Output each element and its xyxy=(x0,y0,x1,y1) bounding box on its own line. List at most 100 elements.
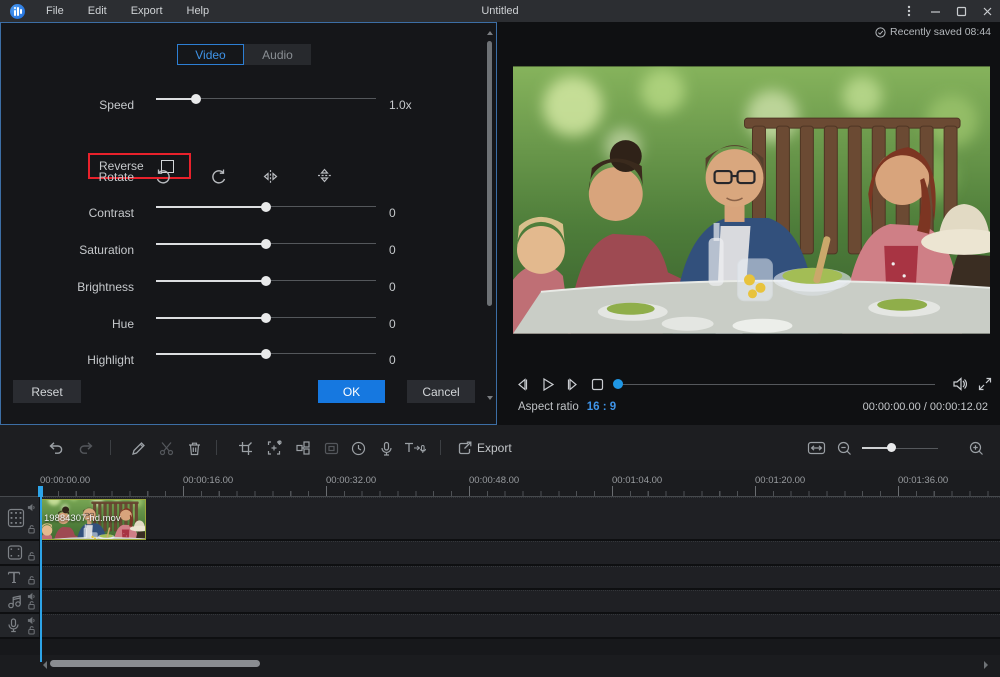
hue-slider[interactable] xyxy=(156,312,376,324)
track-mute-icon[interactable] xyxy=(27,616,36,625)
timeline-zoom-slider[interactable] xyxy=(862,438,938,458)
track-lock-icon[interactable] xyxy=(27,600,36,610)
maximize-icon[interactable] xyxy=(948,0,974,22)
scroll-up-icon[interactable] xyxy=(487,31,493,35)
timeline-hscrollbar[interactable] xyxy=(0,655,1000,677)
preview-panel: Recently saved 08:44 xyxy=(497,22,1000,425)
rotate-left-icon[interactable] xyxy=(151,165,173,187)
saturation-value: 0 xyxy=(389,243,396,257)
picture-track-icon xyxy=(6,544,24,561)
tab-audio[interactable]: Audio xyxy=(244,44,311,65)
brightness-slider[interactable] xyxy=(156,275,376,287)
flip-horizontal-icon[interactable] xyxy=(259,165,281,187)
crop-icon[interactable] xyxy=(235,438,255,458)
title-bar: File Edit Export Help Untitled xyxy=(0,0,1000,22)
speed-slider[interactable] xyxy=(156,93,376,105)
ruler-label: 00:01:04.00 xyxy=(612,475,662,486)
playhead-handle[interactable] xyxy=(38,486,43,497)
timecode: 00:00:00.00 / 00:00:12.02 xyxy=(863,401,988,413)
edit-panel: Video Audio Speed 1.0x Reverse Rotate xyxy=(0,22,497,425)
hscrollbar-thumb[interactable] xyxy=(50,660,260,667)
cut-scissors-icon[interactable] xyxy=(156,438,176,458)
track-lock-icon[interactable] xyxy=(27,524,36,534)
ruler-label: 00:01:20.00 xyxy=(755,475,805,486)
app-window: File Edit Export Help Untitled Video Aud… xyxy=(0,0,1000,677)
ok-button[interactable]: OK xyxy=(318,380,385,403)
cancel-button[interactable]: Cancel xyxy=(407,380,475,403)
hue-slider-knob[interactable] xyxy=(261,313,271,323)
panel-scrollbar[interactable] xyxy=(486,29,493,418)
fullscreen-icon[interactable] xyxy=(974,373,996,395)
export-icon[interactable] xyxy=(455,438,475,458)
music-track-body xyxy=(40,590,1000,612)
pip-track-header xyxy=(0,541,40,564)
scroll-left-icon[interactable] xyxy=(43,661,47,669)
reset-button[interactable]: Reset xyxy=(13,380,81,403)
saturation-label: Saturation xyxy=(1,243,134,257)
voiceover-track-body xyxy=(40,614,1000,637)
aspect-ratio-row: Aspect ratio 16 : 9 xyxy=(518,401,616,413)
highlight-slider-knob[interactable] xyxy=(261,349,271,359)
edit-pencil-icon[interactable] xyxy=(128,438,148,458)
minimize-icon[interactable] xyxy=(922,0,948,22)
play-button[interactable] xyxy=(536,373,558,395)
window-title: Untitled xyxy=(0,5,1000,17)
text-to-speech-icon[interactable] xyxy=(402,438,428,458)
close-icon[interactable] xyxy=(974,0,1000,22)
ruler-ticks xyxy=(40,486,1000,496)
volume-icon[interactable] xyxy=(949,373,971,395)
rotate-right-icon[interactable] xyxy=(208,165,230,187)
aspect-ratio-label: Aspect ratio xyxy=(518,401,579,413)
timeline-ruler[interactable]: 00:00:00.00 00:00:16.00 00:00:32.00 00:0… xyxy=(0,470,1000,497)
ruler-label: 00:01:36.00 xyxy=(898,475,948,486)
video-clip[interactable]: 19884307-hd.mov xyxy=(40,499,146,540)
delete-trash-icon[interactable] xyxy=(184,438,204,458)
video-track-row: 19884307-hd.mov xyxy=(0,497,1000,541)
duration-clock-icon[interactable] xyxy=(348,438,368,458)
panel-scrollbar-thumb[interactable] xyxy=(487,41,492,306)
seek-handle[interactable] xyxy=(613,379,623,389)
saturation-slider[interactable] xyxy=(156,238,376,250)
saved-check-icon xyxy=(875,27,886,38)
video-preview xyxy=(513,66,990,334)
scroll-right-icon[interactable] xyxy=(984,661,988,669)
highlight-slider[interactable] xyxy=(156,348,376,360)
clip-filename: 19884307-hd.mov xyxy=(44,513,121,524)
previous-frame-button[interactable] xyxy=(511,373,533,395)
export-label[interactable]: Export xyxy=(477,441,512,455)
freeze-frame-icon[interactable] xyxy=(264,438,284,458)
contrast-slider[interactable] xyxy=(156,201,376,213)
mic-track-icon xyxy=(6,617,21,634)
track-lock-icon[interactable] xyxy=(27,625,36,635)
undo-icon[interactable] xyxy=(46,438,66,458)
mosaic-icon[interactable] xyxy=(293,438,313,458)
zoom-out-icon[interactable] xyxy=(834,438,854,458)
speed-slider-knob[interactable] xyxy=(191,94,201,104)
text-track-icon xyxy=(6,569,22,585)
aspect-ratio-value[interactable]: 16 : 9 xyxy=(587,401,616,413)
voiceover-mic-icon[interactable] xyxy=(376,438,396,458)
flip-vertical-icon[interactable] xyxy=(313,164,335,186)
scroll-down-icon[interactable] xyxy=(487,396,493,400)
overlay-icon[interactable] xyxy=(321,438,341,458)
seek-bar[interactable] xyxy=(615,373,935,395)
speed-value: 1.0x xyxy=(389,98,412,112)
contrast-slider-knob[interactable] xyxy=(261,202,271,212)
track-mute-icon[interactable] xyxy=(27,503,36,512)
next-frame-button[interactable] xyxy=(561,373,583,395)
more-menu-icon[interactable] xyxy=(896,0,922,22)
fit-timeline-icon[interactable] xyxy=(806,438,826,458)
contrast-value: 0 xyxy=(389,206,396,220)
track-lock-icon[interactable] xyxy=(27,575,36,585)
track-lock-icon[interactable] xyxy=(27,551,36,561)
edit-panel-tabs: Video Audio xyxy=(177,44,311,65)
saturation-slider-knob[interactable] xyxy=(261,239,271,249)
video-track-header xyxy=(0,497,40,539)
brightness-slider-knob[interactable] xyxy=(261,276,271,286)
tab-video[interactable]: Video xyxy=(177,44,244,65)
music-track-icon xyxy=(6,593,23,610)
stop-button[interactable] xyxy=(586,373,608,395)
zoom-in-icon[interactable] xyxy=(966,438,986,458)
timeline-zoom-knob[interactable] xyxy=(887,443,896,452)
redo-icon[interactable] xyxy=(76,438,96,458)
